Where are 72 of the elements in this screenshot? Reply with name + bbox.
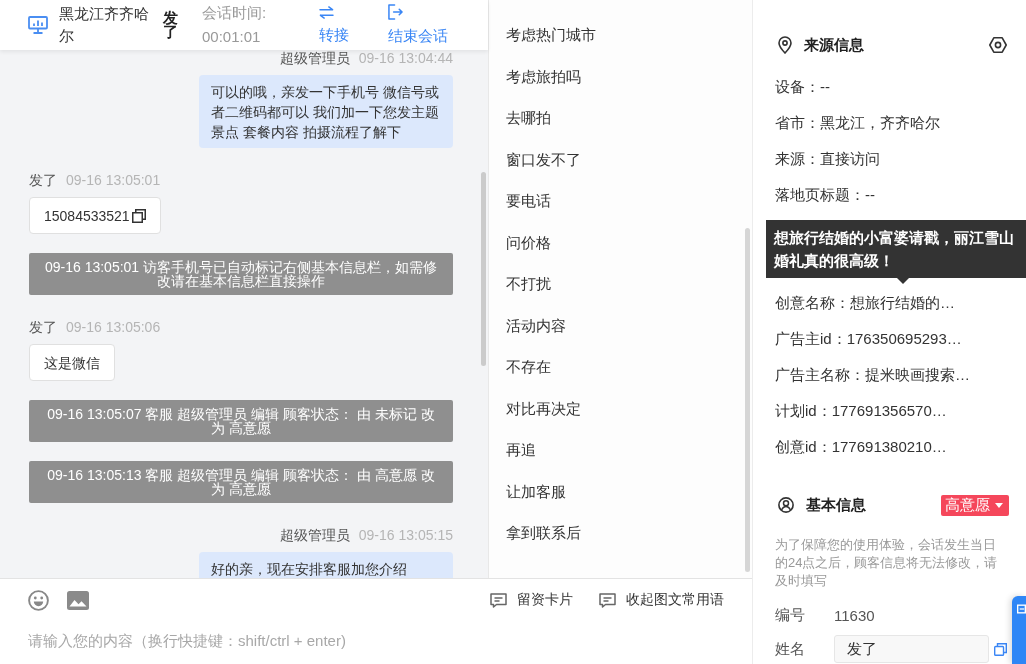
message-time: 09-16 13:04:44 [358,50,453,66]
text-input[interactable]: 发了 [834,635,989,663]
quick-reply-item[interactable]: 不打扰 [489,263,752,305]
quick-reply-item[interactable]: 考虑热门城市 [489,14,752,56]
quick-reply-item[interactable]: 不存在 [489,346,752,388]
comment-icon [599,592,616,608]
end-session-button[interactable]: 结束会话 [388,4,448,46]
image-icon[interactable] [67,590,89,610]
info-field: 计划id：177691356570… [775,401,947,421]
scrollbar-thumb[interactable] [481,172,486,366]
emoji-icon[interactable] [28,589,49,611]
message-text: 可以的哦，亲发一下手机号 微信号或者二维码都可以 我们加一下您发主题景点 套餐内容 拍摄流程了解下 [211,84,439,140]
transfer-button[interactable]: 转接 [319,5,349,45]
tooltip-arrow-icon [897,278,909,284]
duration-value: 00:01:01 [202,27,262,47]
info-field: 广告主id：176350695293… [775,329,962,349]
quick-reply-item[interactable]: 问价格 [489,221,752,263]
info-field: 广告主名称：提米映画搜索… [775,365,970,385]
quick-reply-item[interactable]: 拿到联系后 [489,512,752,554]
system-notice: 09-16 13:05:13 客服 超级管理员 编辑 顾客状态： 由 高意愿 改为 高意愿 [29,461,453,503]
sender-name: 发了 [29,319,57,335]
info-field: 创意名称：想旅行结婚的… [775,293,955,313]
system-notice: 09-16 13:05:01 访客手机号已自动标记右侧基本信息栏，如需修改请在基本信息栏直接操作 [29,253,453,295]
system-notice: 09-16 13:05:07 客服 超级管理员 编辑 顾客状态： 由 未标记 改为 高意愿 [29,400,453,442]
visitor-name: 发了 [163,11,179,39]
message-text: 好的亲，现在安排客服加您介绍 [211,561,407,577]
info-field: 省市：黑龙江，齐齐哈尔 [775,113,940,133]
quick-reply-item[interactable]: 考虑旅拍吗 [489,55,752,97]
info-field: 创意id：177691380210… [775,437,947,457]
comment-icon [490,592,507,608]
sender-name: 发了 [29,172,57,188]
message-text: 15084533521 [44,206,130,226]
copy-icon[interactable] [131,208,146,223]
sender-name: 超级管理员 [279,527,350,543]
section-title: 来源信息 [804,35,864,55]
tooltip: 想旅行结婚的小富婆请戳，丽江雪山婚礼真的很高级！ [766,220,1026,278]
shortcut-button[interactable]: 收起图文常用语 [599,591,724,609]
notice-text: 为了保障您的使用体验，会话发生当日的24点之后，顾客信息将无法修改，请及时填写 [775,536,999,590]
quick-reply-item[interactable]: 活动内容 [489,304,752,346]
settings-icon[interactable] [989,37,1007,53]
shortcut-button[interactable]: 留资卡片 [490,591,573,609]
quick-reply-item[interactable]: 让加客服 [489,470,752,512]
field-label: 编号 [775,605,806,625]
message-input[interactable]: 请输入您的内容（换行快捷键：shift/ctrl + enter) [28,628,628,652]
quick-reply-item[interactable]: 再追 [489,429,752,471]
swap-arrows-icon [319,5,334,19]
duration-label: 会话时间: [202,3,268,23]
window-icon [1017,604,1026,614]
monitor-chart-icon [28,16,48,34]
floating-widget[interactable] [1012,596,1026,664]
caret-icon [995,502,1003,508]
exit-icon [388,4,403,20]
field-label: 姓名 [775,639,806,659]
info-field: 设备：-- [775,77,830,97]
quick-reply-item[interactable]: 去哪拍 [489,97,752,139]
section-title: 基本信息 [806,495,866,515]
message-time: 09-16 13:05:01 [66,172,161,188]
location-pin-icon [778,36,792,54]
intent-dropdown[interactable]: 高意愿 [941,494,1009,516]
visitor-location: 黑龙江齐齐哈尔 [59,4,150,46]
quick-reply-item[interactable]: 对比再决定 [489,387,752,429]
message-text: 这是微信 [44,353,100,373]
field-value: 11630 [834,606,875,624]
user-circle-icon [778,497,794,513]
quick-reply-item[interactable]: 要电话 [489,180,752,222]
scrollbar-thumb[interactable] [745,228,750,572]
quick-reply-item[interactable]: 窗口发不了 [489,138,752,180]
message-time: 09-16 13:05:06 [66,319,161,335]
info-field: 落地页标题：-- [775,185,875,205]
info-field: 来源：直接访问 [775,149,880,169]
message-time: 09-16 13:05:15 [358,527,453,543]
sender-name: 超级管理员 [279,50,350,66]
